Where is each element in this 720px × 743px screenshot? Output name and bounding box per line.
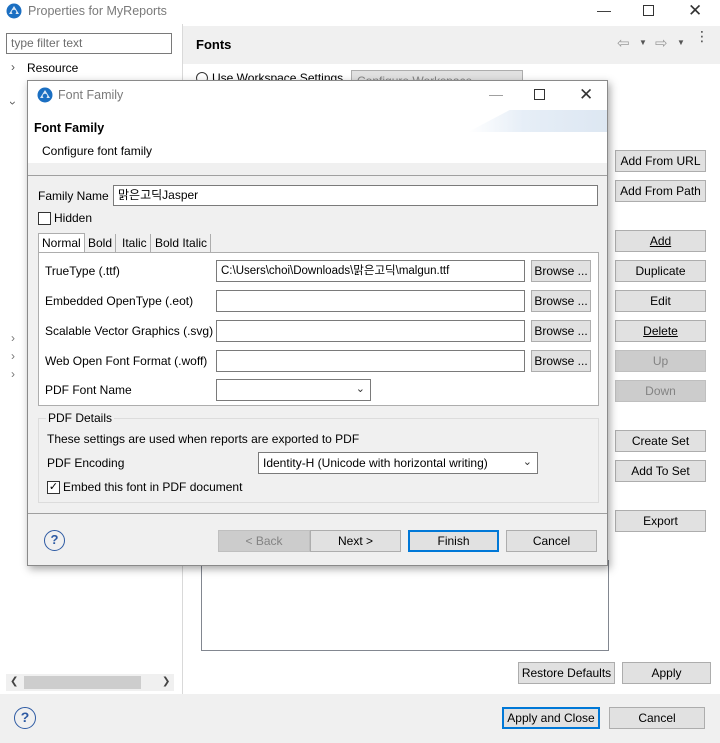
- wizard-subheading: Configure font family: [42, 144, 153, 158]
- tab-italic[interactable]: Italic: [119, 234, 151, 253]
- chevron-down-icon: ⌄: [355, 383, 365, 395]
- embed-label: Embed this font in PDF document: [63, 480, 243, 494]
- woff-browse-button[interactable]: Browse ...: [531, 350, 591, 372]
- svg-label: Scalable Vector Graphics (.svg): [45, 324, 214, 338]
- header-banner-graphic: [468, 110, 607, 132]
- main-title-bar: Properties for MyReports — ✕: [0, 0, 720, 24]
- help-icon[interactable]: ?: [14, 707, 36, 729]
- wizard-header: Font Family Configure font family: [28, 110, 607, 163]
- font-family-dialog: Font Family — ✕ Font Family Configure fo…: [27, 80, 608, 566]
- family-name-label: Family Name: [38, 189, 109, 203]
- tab-bold-italic[interactable]: Bold Italic: [152, 234, 212, 253]
- pdf-encoding-label: PDF Encoding: [47, 456, 125, 470]
- left-scrollbar[interactable]: ❮ ❯: [6, 674, 174, 691]
- forward-nav-icon[interactable]: ⇨: [655, 34, 668, 52]
- maximize-icon[interactable]: [534, 89, 545, 100]
- apply-button[interactable]: Apply: [622, 662, 711, 684]
- bottom-bar: ? Apply and Close Cancel: [0, 694, 720, 743]
- filter-placeholder: type filter text: [11, 36, 83, 50]
- truetype-browse-button[interactable]: Browse ...: [531, 260, 591, 282]
- apply-and-close-button[interactable]: Apply and Close: [502, 707, 600, 729]
- pdf-encoding-value: Identity-H (Unicode with horizontal writ…: [263, 456, 488, 470]
- finish-button[interactable]: Finish: [408, 530, 499, 552]
- close-icon[interactable]: ✕: [579, 85, 593, 105]
- tree-expand-icon[interactable]: ›: [11, 349, 15, 363]
- pdf-font-name-label: PDF Font Name: [45, 383, 132, 397]
- scroll-left-icon[interactable]: ❮: [10, 676, 18, 687]
- tree-item-resource[interactable]: Resource: [27, 61, 78, 75]
- delete-button[interactable]: Delete: [615, 320, 706, 342]
- tab-normal[interactable]: Normal: [38, 233, 85, 253]
- truetype-path-field[interactable]: C:\Users\choi\Downloads\맑은고딕\malgun.ttf: [216, 260, 525, 282]
- wizard-heading: Font Family: [34, 121, 105, 135]
- family-name-field[interactable]: 맑은고딕Jasper: [113, 185, 598, 206]
- restore-defaults-button[interactable]: Restore Defaults: [518, 662, 615, 684]
- truetype-label: TrueType (.ttf): [45, 264, 120, 278]
- pdf-details-description: These settings are used when reports are…: [47, 432, 360, 446]
- chevron-down-icon[interactable]: ▼: [639, 38, 647, 47]
- export-button[interactable]: Export: [615, 510, 706, 532]
- cancel-button[interactable]: Cancel: [506, 530, 597, 552]
- dialog-logo-icon: [37, 87, 53, 103]
- up-button[interactable]: Up: [615, 350, 706, 372]
- maximize-icon[interactable]: [643, 5, 654, 16]
- dialog-title-bar: Font Family — ✕: [28, 81, 607, 110]
- chevron-down-icon: ⌄: [522, 456, 532, 468]
- app-logo-icon: [6, 3, 22, 19]
- svg-browse-button[interactable]: Browse ...: [531, 320, 591, 342]
- page-title: Fonts: [196, 37, 232, 52]
- filter-input[interactable]: type filter text: [6, 33, 172, 54]
- tree-collapse-icon[interactable]: ›: [6, 101, 20, 105]
- pdf-encoding-combo[interactable]: Identity-H (Unicode with horizontal writ…: [258, 452, 538, 474]
- edit-button[interactable]: Edit: [615, 290, 706, 312]
- chevron-down-icon[interactable]: ▼: [677, 38, 685, 47]
- minimize-icon[interactable]: —: [597, 2, 611, 18]
- font-list[interactable]: [201, 560, 609, 651]
- help-icon[interactable]: ?: [44, 530, 65, 551]
- hidden-checkbox[interactable]: [38, 212, 51, 225]
- header-separator: [28, 175, 607, 176]
- add-from-path-button[interactable]: Add From Path: [615, 180, 706, 202]
- hidden-label: Hidden: [54, 211, 93, 225]
- add-to-set-button[interactable]: Add To Set: [615, 460, 706, 482]
- dialog-window-title: Font Family: [58, 88, 124, 102]
- add-from-url-button[interactable]: Add From URL: [615, 150, 706, 172]
- next-button[interactable]: Next >: [310, 530, 401, 552]
- tree-expand-icon[interactable]: ›: [11, 60, 15, 74]
- close-icon[interactable]: ✕: [688, 1, 702, 21]
- duplicate-button[interactable]: Duplicate: [615, 260, 706, 282]
- svg-path-field[interactable]: [216, 320, 525, 342]
- embed-checkbox[interactable]: ✓: [47, 481, 60, 494]
- woff-path-field[interactable]: [216, 350, 525, 372]
- back-button[interactable]: < Back: [218, 530, 310, 552]
- main-window-title: Properties for MyReports: [28, 4, 167, 18]
- fonts-header: Fonts ⇦ ▼ ⇨ ▼ ⋮: [183, 26, 720, 64]
- eot-browse-button[interactable]: Browse ...: [531, 290, 591, 312]
- pdf-details-group: PDF Details These settings are used when…: [38, 411, 599, 503]
- tab-bold[interactable]: Bold: [85, 234, 117, 253]
- footer-separator: [28, 513, 607, 514]
- scroll-right-icon[interactable]: ❯: [162, 676, 170, 687]
- eot-path-field[interactable]: [216, 290, 525, 312]
- eot-label: Embedded OpenType (.eot): [45, 294, 194, 308]
- pdf-font-name-combo[interactable]: ⌄: [216, 379, 371, 401]
- down-button[interactable]: Down: [615, 380, 706, 402]
- pdf-details-title: PDF Details: [46, 411, 115, 425]
- style-tabs: Normal Bold Italic Bold Italic: [38, 233, 599, 253]
- minimize-icon[interactable]: —: [489, 86, 503, 102]
- add-button[interactable]: Add: [615, 230, 706, 252]
- more-menu-icon[interactable]: ⋮: [695, 29, 709, 43]
- create-set-button[interactable]: Create Set: [615, 430, 706, 452]
- woff-label: Web Open Font Format (.woff): [45, 354, 208, 368]
- scroll-thumb[interactable]: [24, 676, 141, 689]
- tab-content-panel: TrueType (.ttf) C:\Users\choi\Downloads\…: [38, 252, 599, 406]
- tree-expand-icon[interactable]: ›: [11, 331, 15, 345]
- tree-expand-icon[interactable]: ›: [11, 367, 15, 381]
- cancel-button[interactable]: Cancel: [609, 707, 705, 729]
- back-nav-icon[interactable]: ⇦: [617, 34, 630, 52]
